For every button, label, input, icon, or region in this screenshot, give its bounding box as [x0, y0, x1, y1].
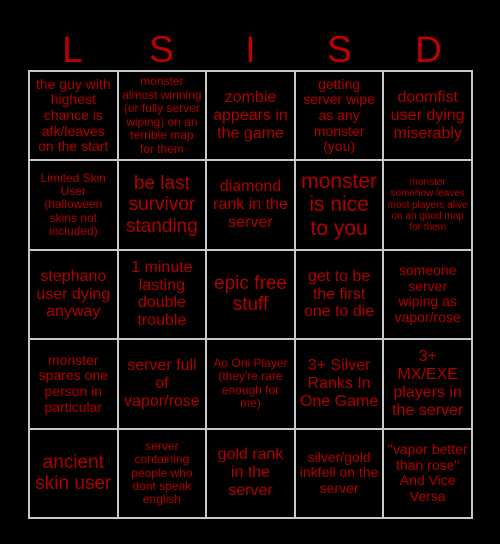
bingo-cell[interactable]: 3+ Silver Ranks In One Game — [295, 340, 385, 430]
bingo-cell[interactable]: someone server wiping as vapor/rose — [384, 250, 473, 341]
bingo-cell[interactable]: monster is nice to you — [295, 161, 385, 251]
bingo-cell-label: zombie appears in the game — [213, 88, 288, 142]
bingo-cell-label: someone server wiping as vapor/rose — [394, 262, 461, 326]
bingo-cell[interactable]: getting server wipe as any monster (you) — [295, 72, 385, 162]
bingo-cell-label: monster is nice to you — [301, 169, 378, 240]
bingo-cell[interactable]: silver/gold inkfell on the server — [295, 429, 385, 519]
bingo-cell[interactable]: diamond rank in the server — [207, 161, 296, 251]
header-letter-1: L — [62, 29, 83, 70]
bingo-cell-label: diamond rank in the server — [213, 178, 288, 232]
bingo-cell[interactable]: gold rank in the server — [207, 429, 296, 519]
bingo-cell[interactable]: monster somehow leaves most players aliv… — [384, 161, 473, 251]
bingo-cell-label: stephano user dying anyway — [36, 267, 111, 321]
header-letter-3: I — [245, 29, 256, 70]
bingo-cell[interactable]: stephano user dying anyway — [30, 250, 119, 341]
bingo-cell[interactable]: "vapor better than rose" And Vice Versa — [384, 429, 473, 519]
bingo-cell[interactable]: epic free stuff — [207, 250, 296, 341]
bingo-cell-label: gold rank in the server — [217, 446, 284, 500]
bingo-cell[interactable]: monster spares one person in particular — [30, 340, 119, 430]
bingo-cell-label: monster somehow leaves most players aliv… — [387, 177, 468, 233]
bingo-header: L S I S D — [28, 26, 473, 70]
bingo-cell[interactable]: server containing people who dont speak … — [118, 429, 208, 519]
header-letter-5: D — [415, 29, 442, 70]
bingo-cell-label: 3+ Silver Ranks In One Game — [299, 357, 379, 410]
bingo-cell[interactable]: 3+ MX/EXE players in the server — [384, 340, 473, 430]
bingo-cell-label: server containing people who dont speak … — [131, 438, 193, 507]
bingo-cell[interactable]: 1 minute lasting double trouble — [118, 250, 208, 341]
bingo-cell[interactable]: monster almost winning (or fully server … — [118, 72, 208, 162]
bingo-cell-label: get to be the first one to die — [303, 267, 375, 321]
bingo-cell-label: doomfist user dying miserably — [390, 88, 465, 142]
header-letter-2: S — [149, 29, 174, 70]
bingo-cell-label: the guy with highest chance is afk/leave… — [35, 75, 111, 155]
bingo-cell-label: monster almost winning (or fully server … — [122, 74, 202, 156]
bingo-cell-label: epic free stuff — [214, 273, 287, 316]
bingo-cell-label: "vapor better than rose" And Vice Versa — [387, 440, 468, 504]
bingo-cell[interactable]: doomfist user dying miserably — [384, 72, 473, 162]
bingo-cell-label: server full of vapor/rose — [124, 357, 200, 410]
bingo-cell-label: monster spares one person in particular — [38, 351, 108, 415]
bingo-cell[interactable]: Limited Skin User (halloween skins not i… — [30, 161, 119, 251]
bingo-cell[interactable]: server full of vapor/rose — [118, 340, 208, 430]
bingo-cell-label: Ao Oni Player (they're rare enough for m… — [213, 356, 288, 411]
bingo-grid: the guy with highest chance is afk/leave… — [28, 70, 473, 519]
bingo-cell-label: getting server wipe as any monster (you) — [303, 75, 375, 155]
bingo-cell-label: 1 minute lasting double trouble — [131, 258, 193, 330]
bingo-cell[interactable]: get to be the first one to die — [295, 250, 385, 341]
header-letter-4: S — [327, 29, 352, 70]
bingo-cell[interactable]: the guy with highest chance is afk/leave… — [30, 72, 119, 162]
bingo-cell[interactable]: zombie appears in the game — [207, 72, 296, 162]
bingo-cell-label: ancient skin user — [35, 452, 112, 495]
bingo-cell[interactable]: ancient skin user — [30, 429, 119, 519]
bingo-cell-label: Limited Skin User (halloween skins not i… — [40, 170, 106, 239]
bingo-cell[interactable]: Ao Oni Player (they're rare enough for m… — [207, 340, 296, 430]
bingo-cell[interactable]: be last survivor standing — [118, 161, 208, 251]
bingo-cell-label: silver/gold inkfell on the server — [299, 448, 379, 497]
bingo-cell-label: 3+ MX/EXE players in the server — [392, 348, 464, 419]
bingo-cell-label: be last survivor standing — [125, 173, 198, 237]
bingo-card: L S I S D the guy with highest chance is… — [0, 0, 500, 544]
